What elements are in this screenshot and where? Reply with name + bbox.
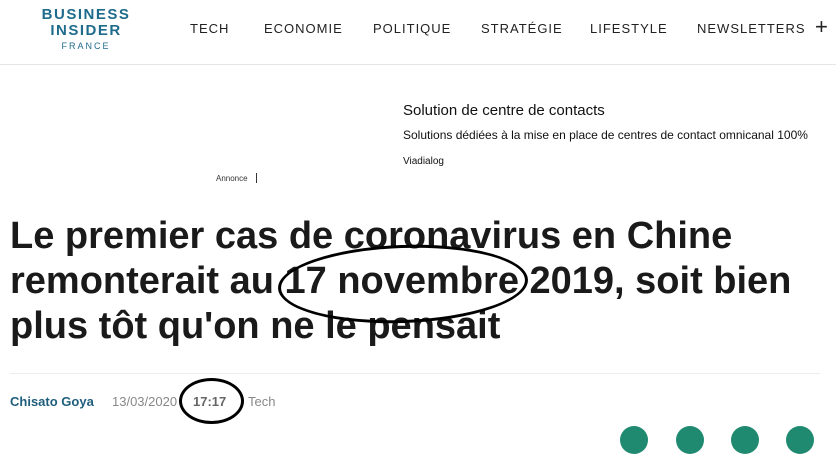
ad-label: Annonce (216, 174, 248, 183)
nav-item-tech[interactable]: TECH (190, 21, 229, 36)
ad-source: Viadialog (403, 156, 444, 167)
ad-description: Solutions dédiées à la mise en place de … (403, 128, 808, 142)
logo-line-1: BUSINESS (41, 6, 131, 23)
highlight-ellipse-time (179, 378, 244, 424)
category-link[interactable]: Tech (248, 394, 275, 409)
share-icon[interactable] (786, 426, 814, 454)
nav-item-strategie[interactable]: STRATÉGIE (481, 21, 563, 36)
ad-title[interactable]: Solution de centre de contacts (403, 102, 605, 119)
author-link[interactable]: Chisato Goya (10, 394, 94, 409)
text-cursor (256, 173, 257, 183)
share-icon[interactable] (676, 426, 704, 454)
share-icon[interactable] (620, 426, 648, 454)
nav-item-newsletters[interactable]: NEWSLETTERS (697, 21, 806, 36)
plus-icon[interactable]: + (815, 16, 828, 38)
logo-line-3: FRANCE (61, 41, 111, 51)
logo-line-2: INSIDER (50, 22, 122, 39)
publish-date: 13/03/2020 (112, 394, 178, 409)
nav-item-politique[interactable]: POLITIQUE (373, 21, 451, 36)
nav-item-economie[interactable]: ECONOMIE (264, 21, 343, 36)
share-icon[interactable] (731, 426, 759, 454)
business-insider-logo[interactable]: BUSINESS INSIDER FRANCE (38, 7, 134, 52)
site-header: BUSINESS INSIDER FRANCE TECH ECONOMIE PO… (0, 0, 836, 65)
byline-divider (10, 373, 820, 374)
nav-item-lifestyle[interactable]: LIFESTYLE (590, 21, 668, 36)
